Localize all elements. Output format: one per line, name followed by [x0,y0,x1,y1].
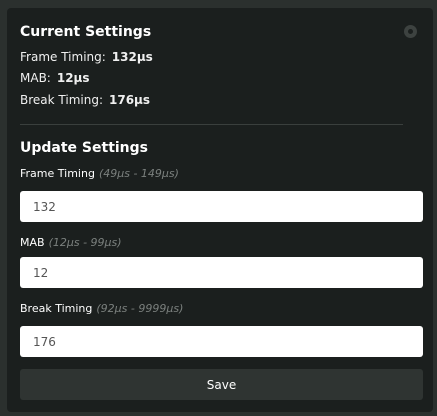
break-timing-label: Break Timing: [20,93,103,107]
frame-timing-field-label: Frame Timing (49µs - 149µs) [20,167,179,180]
settings-panel: Current Settings Frame Timing: 132µs MAB:… [7,8,433,412]
divider [20,124,403,125]
gear-icon[interactable] [404,25,417,38]
break-timing-value: 176µs [109,93,151,107]
mab-input[interactable] [20,257,423,288]
current-frame-timing: Frame Timing: 132µs [20,50,153,64]
current-settings-title: Current Settings [20,24,152,40]
frame-timing-input[interactable] [20,191,423,222]
current-mab: MAB: 12µs [20,71,90,85]
break-timing-range-hint: (92µs - 9999µs) [96,302,184,315]
mab-value: 12µs [56,71,90,85]
frame-timing-label: Frame Timing: [20,50,106,64]
save-button[interactable]: Save [20,369,423,400]
current-break-timing: Break Timing: 176µs [20,93,150,107]
break-timing-field-label: Break Timing (92µs - 9999µs) [20,302,183,315]
break-timing-label-text: Break Timing [20,302,93,315]
mab-field-label: MAB (12µs - 99µs) [20,236,122,249]
mab-range-hint: (12µs - 99µs) [48,236,122,249]
break-timing-input[interactable] [20,326,423,357]
frame-timing-label-text: Frame Timing [20,167,95,180]
update-settings-title: Update Settings [20,140,149,156]
frame-timing-value: 132µs [111,50,153,64]
mab-label-text: MAB [20,236,45,249]
mab-label: MAB: [20,71,51,85]
frame-timing-range-hint: (49µs - 149µs) [98,167,179,180]
